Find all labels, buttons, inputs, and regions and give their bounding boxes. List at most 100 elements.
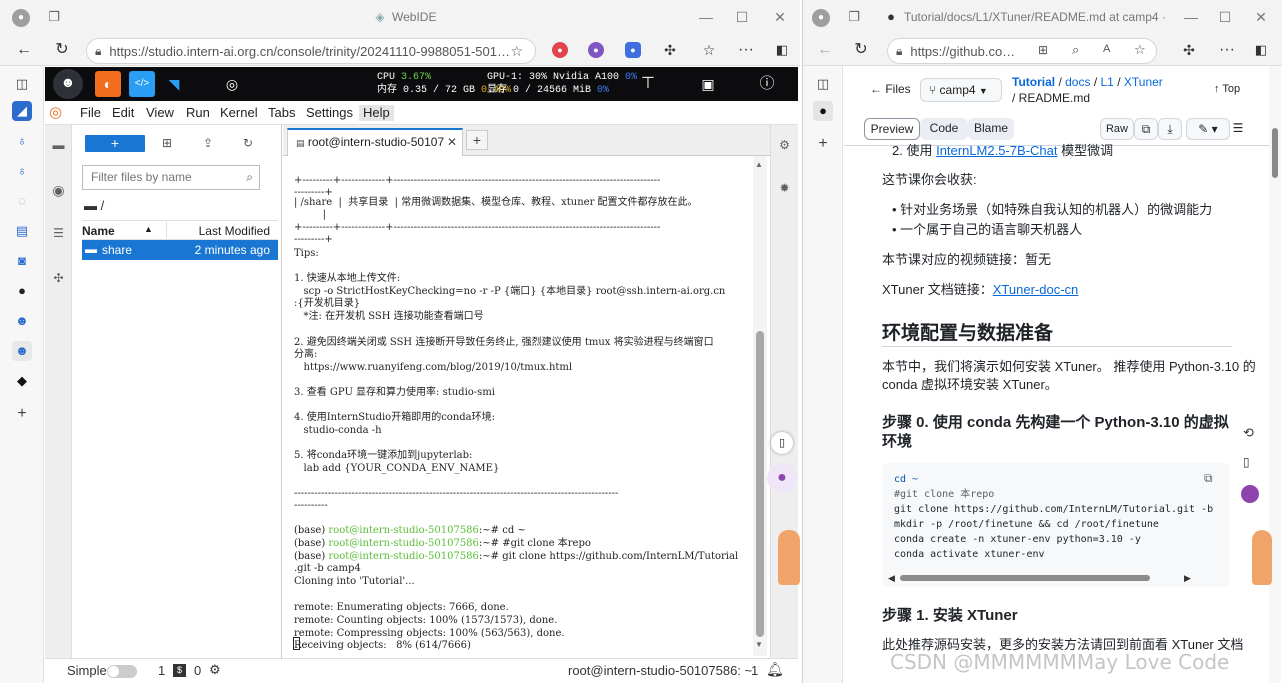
floating-brain-icon[interactable] [1241,485,1259,503]
menu-help[interactable]: Help [359,105,394,121]
favorite-star-icon[interactable]: ☆ [1134,42,1146,58]
menu-file[interactable]: File [80,105,101,121]
close-window-button[interactable]: ✕ [1243,0,1279,34]
sidebar-panel-icon[interactable]: ◫ [813,74,833,94]
extensions-puzzle-icon[interactable]: ✣ [1177,38,1201,62]
menu-kernel[interactable]: Kernel [220,105,258,121]
compass-icon[interactable]: ◎ [219,71,245,97]
close-window-button[interactable]: ✕ [762,0,798,34]
new-tab-button[interactable]: + [466,130,488,150]
sidebar-github-icon[interactable]: ● [813,101,833,121]
fox-mascot-icon[interactable] [778,530,800,585]
crumb-xtuner[interactable]: XTuner [1124,75,1163,89]
preview-tab[interactable]: Preview [864,118,920,140]
code-tab[interactable]: Code [920,118,968,140]
refresh-icon[interactable]: ↻ [50,38,74,62]
raw-button[interactable]: Raw [1100,118,1134,140]
page-scrollbar-thumb[interactable] [1272,128,1278,178]
blame-tab[interactable]: Blame [968,118,1014,140]
sidebar-panel-icon[interactable]: ◫ [12,74,32,94]
profile-avatar-icon[interactable]: ● [12,9,30,27]
maximize-button[interactable]: ☐ [1207,0,1243,34]
sidebar-cat-icon[interactable]: ◆ [12,371,32,391]
menu-view[interactable]: View [146,105,174,121]
image-icon[interactable]: ▣ [695,71,721,97]
read-aloud-icon[interactable]: A [1103,43,1110,55]
split-screen-icon[interactable]: ◧ [1249,38,1273,62]
scroll-up-icon[interactable]: ▲ [755,160,763,169]
breadcrumb[interactable]: ▬ / [84,198,104,213]
sidebar-mascot-icon[interactable]: ☻ [12,311,32,331]
extension-red-icon[interactable]: ● [552,42,568,58]
scroll-down-icon[interactable]: ▼ [755,640,763,649]
toc-icon[interactable]: ☰ [50,225,67,242]
sidebar-bulb-icon[interactable]: ♁ [12,131,32,151]
extension-brain-icon[interactable]: ● [588,42,604,58]
sidebar-add-icon[interactable]: + [813,134,833,154]
scrollbar-thumb[interactable] [756,331,764,637]
maximize-button[interactable]: ☐ [724,0,760,34]
crumb-docs[interactable]: docs [1065,75,1090,89]
back-icon[interactable]: ← [813,38,837,62]
download-icon[interactable]: ⤓ [1158,118,1182,140]
tabs-icon[interactable]: ❐ [846,9,862,25]
extension-manager-icon[interactable]: ✣ [50,270,67,287]
sidebar-add-icon[interactable]: + [12,404,32,424]
studio-mascot-logo-icon[interactable]: ☻ [53,69,83,99]
crumb-l1[interactable]: L1 [1101,75,1114,89]
menu-settings[interactable]: Settings [306,105,353,121]
kernel-settings-icon[interactable]: ⚙ [209,662,221,678]
minimize-button[interactable]: — [688,0,724,34]
floating-translate-icon[interactable]: ⟲ [1243,425,1254,441]
folder-icon[interactable]: ▬ [50,137,67,154]
copy-icon[interactable]: ⧉ [1134,118,1158,140]
fox-mascot-icon[interactable] [1252,530,1272,585]
minimize-button[interactable]: — [1173,0,1209,34]
refresh-files-icon[interactable]: ↻ [243,136,253,150]
url-field[interactable]: 🔒︎ https://studio.intern-ai.org.cn/conso… [86,38,536,64]
sidebar-bulb2-icon[interactable]: ♁ [12,161,32,181]
tabs-icon[interactable]: ❐ [46,9,62,25]
outline-list-icon[interactable]: ☰ [1226,118,1250,140]
bell-icon[interactable]: 🔔︎ [766,661,784,678]
info-icon[interactable]: ⓘ [754,71,780,97]
terminal-tab[interactable]: ▤ root@intern-studio-50107 ✕ [287,128,463,156]
file-row-share[interactable]: ▬ share 2 minutes ago [82,240,278,260]
upload-icon[interactable]: ⇪ [203,136,213,150]
code-scroll-right-icon[interactable]: ▶ [1184,573,1191,584]
top-button[interactable]: ↑ Top [1214,80,1240,98]
favorite-star-icon[interactable]: ☆ [510,43,523,60]
zoom-icon[interactable]: ⌕ [1072,42,1079,58]
more-menu-icon[interactable]: ··· [1215,38,1239,62]
menu-edit[interactable]: Edit [112,105,134,121]
sidebar-github-icon[interactable]: ● [12,281,32,301]
jupyter-app-icon[interactable]: ◐ [95,71,121,97]
code-block[interactable]: cd ~ #git clone 本repo git clone https://… [882,463,1230,587]
apps-icon[interactable]: ⊞ [1038,43,1048,57]
files-button[interactable]: ← Files [870,80,911,98]
running-icon[interactable]: ◉ [50,182,67,199]
simple-mode-toggle[interactable] [107,665,137,678]
terminal-output[interactable]: +---------+-------------+---------------… [283,156,753,656]
vscode-icon[interactable]: ◥ [161,71,187,97]
extension-blue-icon[interactable]: ● [625,42,641,58]
new-folder-icon[interactable]: ⊞ [162,136,172,150]
sort-icon[interactable]: ▲ [144,224,153,234]
menu-tabs[interactable]: Tabs [268,105,295,121]
crumb-tutorial[interactable]: Tutorial [1012,75,1055,89]
debugger-icon[interactable]: ✹ [776,180,793,197]
back-icon[interactable]: ← [12,38,36,62]
internlm-model-link[interactable]: InternLM2.5-7B-Chat [936,143,1057,158]
url-field[interactable]: 🔒︎ https://github.co… ⊞ ⌕ A ☆ [887,38,1157,64]
refresh-icon[interactable]: ↻ [849,38,873,62]
page-scrollbar[interactable] [1269,66,1281,683]
branch-selector[interactable]: ⑂ camp4 ▼ [920,78,1002,102]
more-menu-icon[interactable]: ··· [734,38,758,62]
sidebar-app-icon[interactable]: ◢ [12,101,32,121]
column-last-modified[interactable]: Last Modified [199,224,270,238]
sidebar-bot-icon[interactable]: ◙ [12,251,32,271]
floating-brain-icon[interactable]: ● [767,463,797,493]
code-scroll-left-icon[interactable]: ◀ [888,573,895,584]
xtuner-doc-link[interactable]: XTuner-doc-cn [993,282,1079,297]
sidebar-mascot2-icon[interactable]: ☻ [12,341,32,361]
